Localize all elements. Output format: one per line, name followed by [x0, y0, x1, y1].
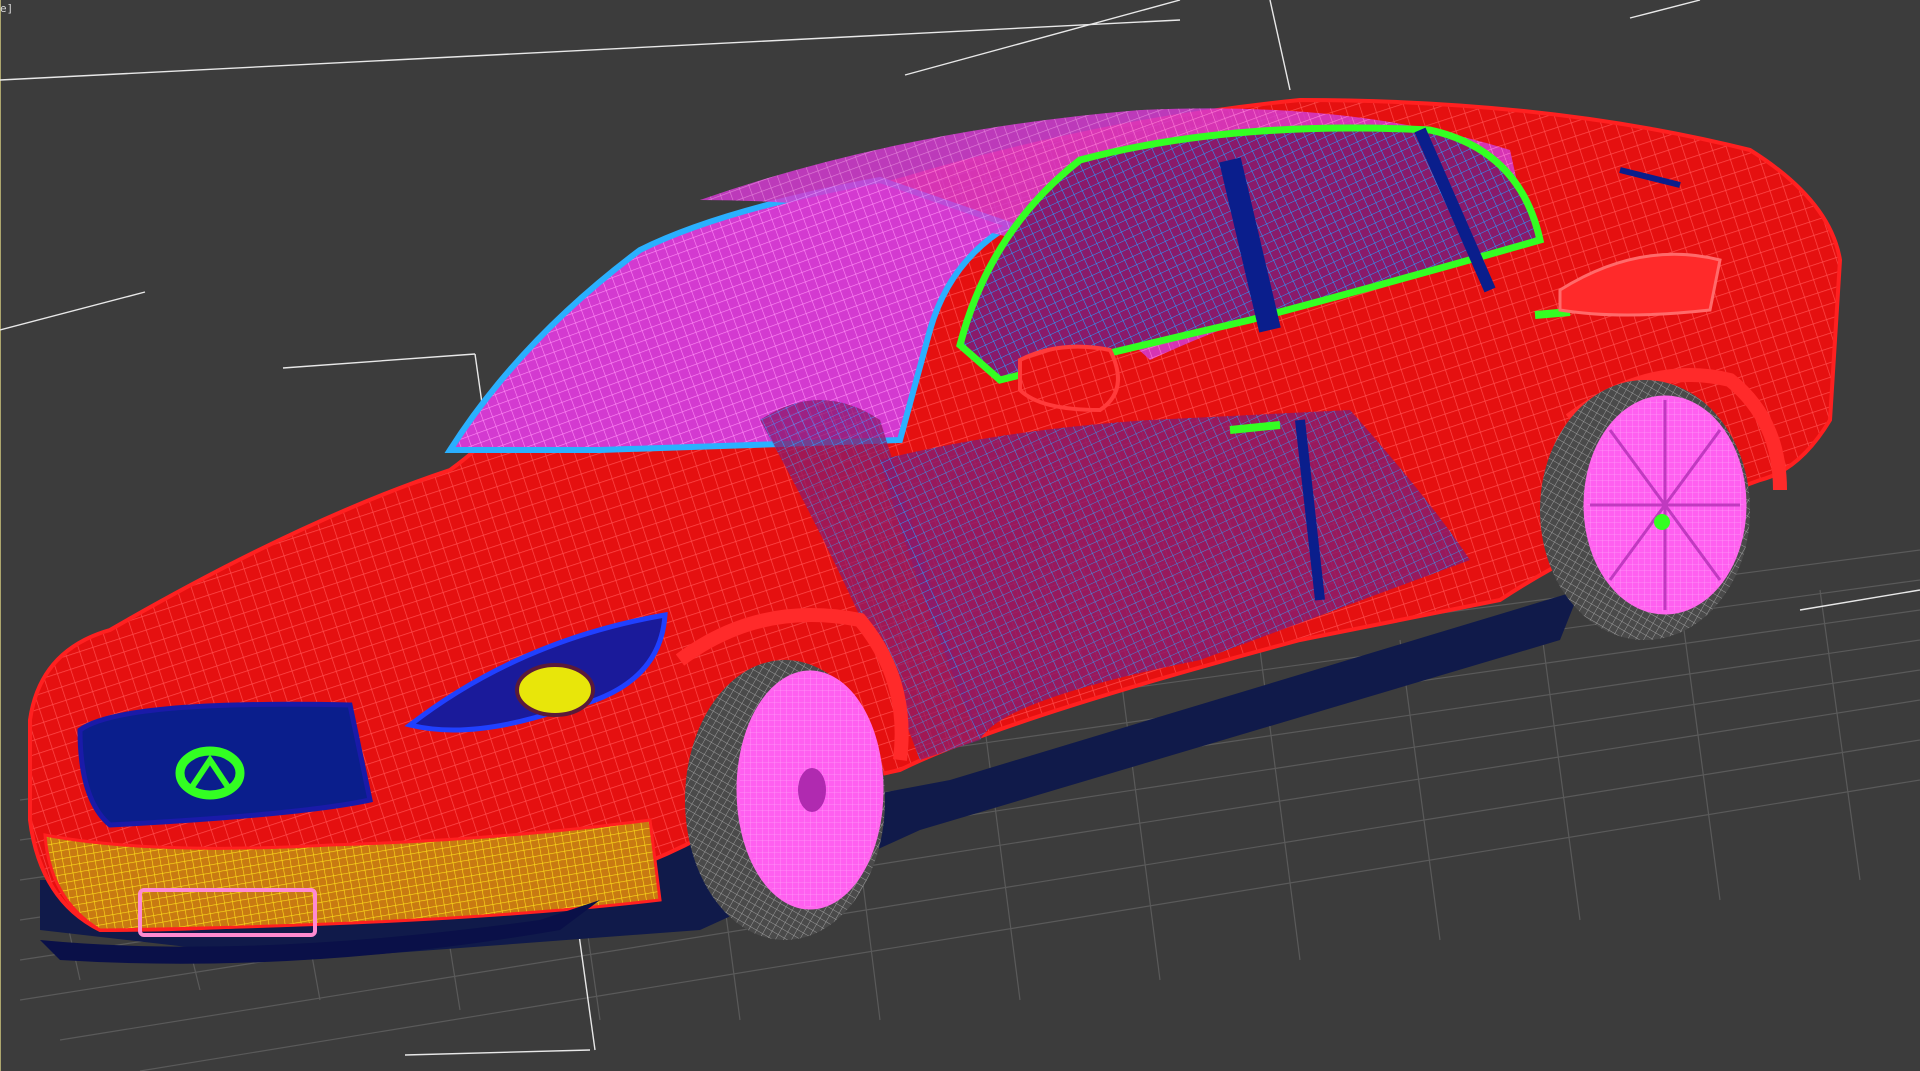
3d-viewport[interactable]: e]	[0, 0, 1920, 1071]
viewport-scene	[0, 0, 1920, 1071]
rear-wheel	[1540, 380, 1750, 640]
front-wheel	[685, 660, 885, 940]
